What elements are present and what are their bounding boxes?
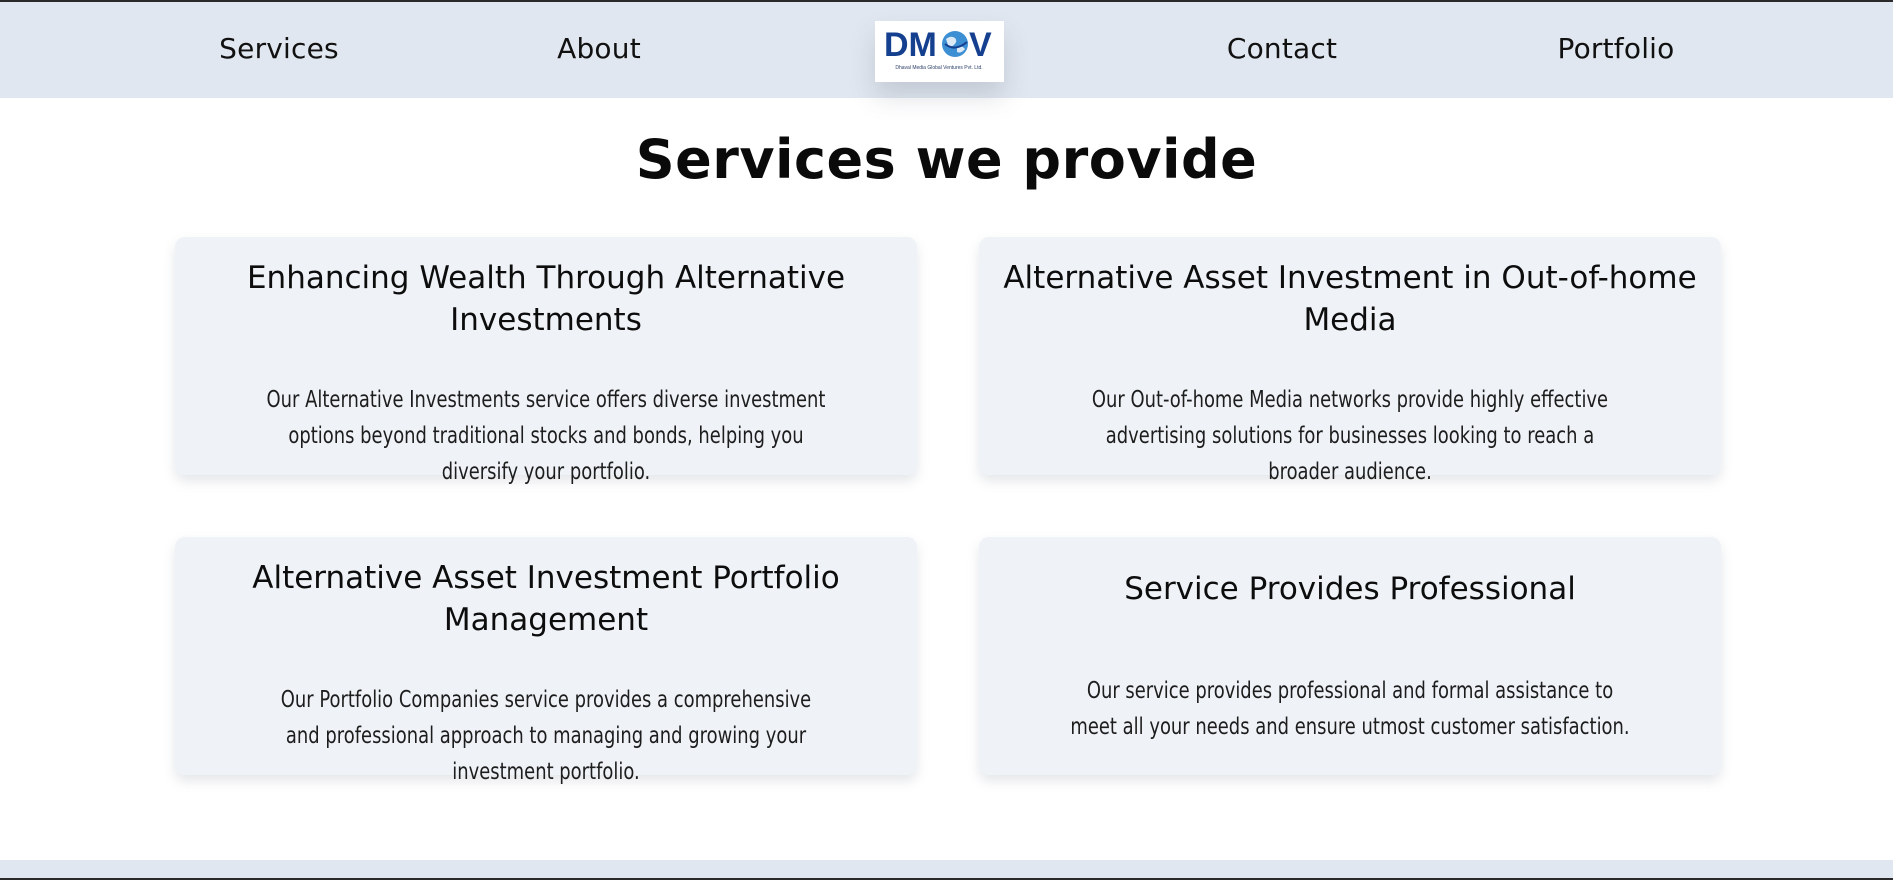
- service-card: Alternative Asset Investment Portfolio M…: [175, 537, 917, 785]
- top-navbar: Services About DM V Dhaval Media Global …: [0, 2, 1893, 98]
- nav-link-services[interactable]: Services: [219, 32, 339, 65]
- service-card-description: Our service provides professional and fo…: [1070, 678, 1630, 740]
- page-title: Services we provide: [635, 128, 1258, 191]
- service-card-title: Enhancing Wealth Through Alternative Inv…: [246, 260, 846, 338]
- footer-band: [0, 860, 1893, 878]
- logo[interactable]: DM V Dhaval Media Global Ventures Pvt. L…: [875, 21, 1004, 82]
- logo-wordmark-left: DM: [884, 26, 937, 64]
- service-card-description: Our Alternative Investments service offe…: [266, 387, 826, 485]
- nav-link-about[interactable]: About: [557, 32, 641, 65]
- service-card-title: Service Provides Professional: [1124, 571, 1576, 607]
- dmgv-logo-graphic: DM V Dhaval Media Global Ventures Pvt. L…: [884, 26, 992, 71]
- globe-icon: [942, 31, 968, 57]
- service-card: Alternative Asset Investment in Out-of-h…: [979, 237, 1721, 485]
- service-card: Service Provides Professional Our servic…: [979, 537, 1721, 775]
- service-card-title: Alternative Asset Investment in Out-of-h…: [1003, 260, 1697, 338]
- service-card-description: Our Portfolio Companies service provides…: [280, 687, 812, 785]
- service-card-description: Our Out-of-home Media networks provide h…: [1091, 387, 1609, 485]
- nav-link-portfolio[interactable]: Portfolio: [1558, 32, 1675, 65]
- service-card: Enhancing Wealth Through Alternative Inv…: [175, 237, 917, 485]
- service-card-title: Alternative Asset Investment Portfolio M…: [252, 560, 840, 638]
- logo-wordmark-right: V: [969, 26, 992, 64]
- logo-tagline: Dhaval Media Global Ventures Pvt. Ltd.: [895, 65, 982, 71]
- nav-link-contact[interactable]: Contact: [1227, 32, 1337, 65]
